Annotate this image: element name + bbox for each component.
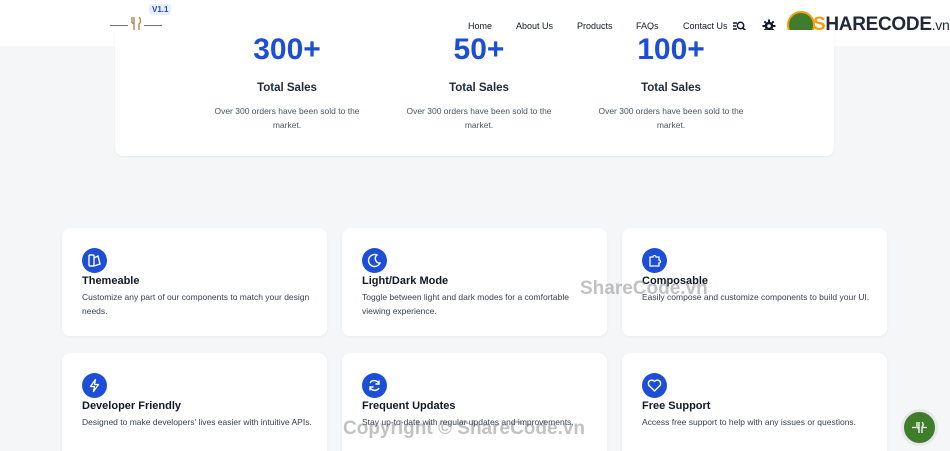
feature-description: Customize any part of our components to … (82, 292, 310, 316)
stat-value: 100+ (637, 33, 705, 66)
stat-title: Total Sales (641, 82, 701, 94)
puzzle-icon (642, 248, 667, 273)
feature-title: Themeable (82, 275, 140, 287)
feature-title: Developer Friendly (82, 400, 182, 412)
stat-value: 50+ (453, 33, 505, 66)
watermark-center: ShareCode.vn (580, 278, 708, 299)
logo-right-line (144, 25, 162, 26)
feature-card: Free Support Access free support to help… (622, 353, 887, 451)
stat-description: Over 300 orders have been sold to the ma… (598, 106, 744, 130)
logo-left-line (110, 25, 128, 26)
feature-description: Toggle between light and dark modes for … (362, 292, 569, 316)
stat-title: Total Sales (449, 82, 509, 94)
feature-description: Designed to make developers' lives easie… (82, 417, 312, 427)
stat-description: Over 300 orders have been sold to the ma… (214, 106, 360, 130)
feature-title: Frequent Updates (362, 400, 456, 412)
feature-card: Light/Dark Mode Toggle between light and… (342, 228, 607, 336)
bolt-icon (82, 373, 107, 398)
feature-card: Developer Friendly Designed to make deve… (62, 353, 327, 451)
watermark-copyright: Copyright © ShareCode.vn (343, 418, 586, 439)
version-badge: V1.1 (149, 4, 172, 15)
feature-card: Themeable Customize any part of our comp… (62, 228, 327, 336)
stats-card: 300+ Total Sales Over 300 orders have be… (115, 30, 834, 156)
stat-value: 300+ (253, 33, 321, 66)
feature-title: Light/Dark Mode (362, 275, 449, 287)
floating-logo-button[interactable] (901, 409, 938, 446)
fork-spoon-icon (912, 421, 927, 433)
moon-icon (362, 248, 387, 273)
refresh-icon (362, 373, 387, 398)
heart-icon (642, 373, 667, 398)
stat-description: Over 300 orders have been sold to the ma… (406, 106, 552, 130)
feature-title: Free Support (642, 400, 711, 412)
feature-description: Access free support to help with any iss… (642, 417, 857, 427)
stat-title: Total Sales (257, 82, 317, 94)
palette-icon (82, 248, 107, 273)
